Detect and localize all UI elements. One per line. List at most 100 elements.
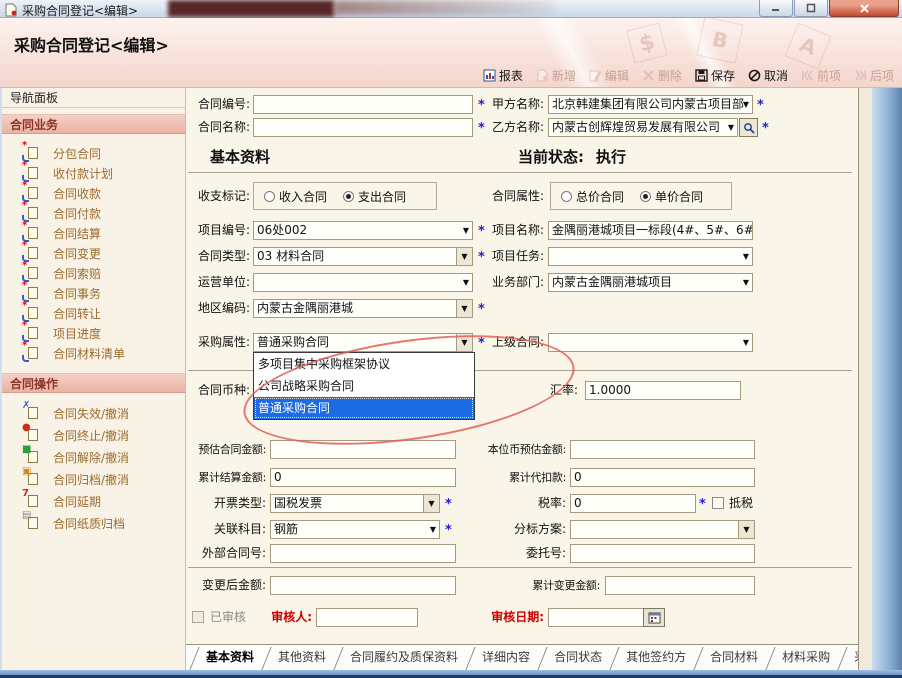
chevron-down-icon[interactable]: ▼ (743, 252, 749, 261)
sidebar-item[interactable]: ✗ 合同失效/撤消 (2, 402, 185, 424)
external-no-input[interactable] (270, 544, 456, 563)
tax-rate-input[interactable]: 0 (570, 494, 696, 513)
report-button[interactable]: 报表 (483, 67, 523, 84)
chevron-down-icon[interactable]: ▼ (743, 278, 749, 287)
bid-plan-select[interactable]: ▼ (570, 520, 755, 539)
chevron-down-icon[interactable]: ▼ (738, 521, 754, 538)
radio-expense-contract[interactable]: 支出合同 (343, 188, 406, 205)
business-dept-select[interactable]: 内蒙古金隅丽港城项目▼ (548, 273, 753, 292)
chevron-down-icon[interactable]: ▼ (423, 495, 439, 512)
region-code-select[interactable]: 内蒙古金隅丽港城▼ (253, 299, 473, 318)
sidebar-item[interactable]: * 项目进度 (2, 323, 185, 343)
sidebar-section-contract-operations[interactable]: 合同操作 (2, 373, 185, 393)
edit-button[interactable]: 编辑 (589, 67, 629, 84)
sidebar-item[interactable]: ■ 合同解除/撤消 (2, 446, 185, 468)
tax-deduct-checkbox[interactable] (712, 497, 724, 509)
sidebar-item[interactable]: * 收付款计划 (2, 163, 185, 183)
chevron-down-icon[interactable]: ▼ (456, 248, 472, 265)
invoice-type-select[interactable]: 国税发票▼ (270, 494, 440, 513)
tab[interactable]: 详细内容 (470, 644, 542, 670)
radio-dot[interactable] (640, 191, 651, 202)
sidebar-section-contract-business[interactable]: 合同业务 (2, 114, 185, 134)
auditor-input[interactable] (316, 608, 418, 627)
tab[interactable]: 合同履约及质保资料 (338, 644, 470, 670)
party-a-select[interactable]: 北京韩建集团有限公司内蒙古项目部▼ (548, 95, 753, 114)
tab[interactable]: 合同状态 (542, 644, 614, 670)
search-party-button[interactable] (739, 118, 758, 137)
cancel-button[interactable]: 取消 (748, 67, 788, 84)
dropdown-option[interactable]: 多项目集中采购框架协议 (254, 353, 474, 375)
sidebar-item[interactable]: ▤ 合同纸质归档 (2, 512, 185, 534)
chevron-down-icon[interactable]: ▼ (463, 226, 469, 235)
party-b-select[interactable]: 内蒙古创辉煌贸易发展有限公司▼ (548, 118, 738, 137)
total-change-input[interactable] (605, 576, 755, 595)
sidebar-item[interactable]: * 合同结算 (2, 223, 185, 243)
previous-button[interactable]: 前项 (801, 67, 841, 84)
chevron-down-icon[interactable]: ▼ (456, 334, 472, 351)
est-amount-base-input[interactable] (570, 440, 755, 459)
sidebar-item[interactable]: * 合同付款 (2, 203, 185, 223)
dropdown-option[interactable]: 普通采购合同 (254, 397, 474, 419)
radio-lump-sum-contract[interactable]: 总价合同 (561, 188, 624, 205)
contract-no-input[interactable] (253, 95, 473, 114)
tab[interactable]: 其他资料 (266, 644, 338, 670)
contract-name-input[interactable] (253, 118, 473, 137)
changed-amount-input[interactable] (270, 576, 456, 595)
sidebar-item[interactable]: * 合同材料清单 (2, 343, 185, 363)
document-new-icon: * (26, 266, 39, 280)
project-task-select[interactable]: ▼ (548, 247, 753, 266)
chevron-down-icon[interactable]: ▼ (743, 338, 749, 347)
sidebar-item[interactable]: * 分包合同 (2, 143, 185, 163)
sidebar-item[interactable]: ▣ 合同归档/撤消 (2, 468, 185, 490)
tab[interactable]: 基本资料 (194, 644, 266, 670)
sidebar-item[interactable]: * 合同转让 (2, 303, 185, 323)
settled-amount-input[interactable]: 0 (270, 468, 456, 487)
close-button[interactable] (829, 0, 899, 17)
sidebar-item[interactable]: * 合同收款 (2, 183, 185, 203)
chevron-down-icon[interactable]: ▼ (728, 123, 734, 132)
radio-dot[interactable] (264, 191, 275, 202)
operating-unit-select[interactable]: ▼ (253, 273, 473, 292)
contract-type-select[interactable]: 03 材料合同▼ (253, 247, 473, 266)
audit-date-input[interactable] (548, 608, 644, 627)
radio-dot[interactable] (561, 191, 572, 202)
radio-income-contract[interactable]: 收入合同 (264, 188, 327, 205)
next-button[interactable]: 后项 (854, 67, 894, 84)
audited-checkbox[interactable] (192, 611, 204, 623)
withhold-amount-input[interactable]: 0 (570, 468, 755, 487)
chevron-down-icon[interactable]: ▼ (456, 300, 472, 317)
project-name-input[interactable]: 金隅丽港城项目一标段(4#、5#、6#、 (548, 221, 753, 240)
related-subject-select[interactable]: 钢筋▼ (270, 520, 440, 539)
entrust-no-input[interactable] (570, 544, 755, 563)
exchange-rate-input[interactable]: 1.0000 (585, 381, 741, 400)
tab[interactable]: 材料采购 (770, 644, 842, 670)
calendar-button[interactable] (643, 608, 665, 627)
parent-contract-select[interactable]: ▼ (548, 333, 753, 352)
radio-dot[interactable] (343, 191, 354, 202)
sidebar-item[interactable]: * 合同索赔 (2, 263, 185, 283)
dropdown-option[interactable]: 公司战略采购合同 (254, 375, 474, 397)
page-header: $ B A 采购合同登记<编辑> 报表 新增 编辑 删除 保存 (0, 18, 902, 88)
purchase-attr-select[interactable]: 普通采购合同▼ (253, 333, 473, 352)
save-button[interactable]: 保存 (695, 67, 735, 84)
sidebar-item[interactable]: * 合同事务 (2, 283, 185, 303)
add-button[interactable]: 新增 (536, 67, 576, 84)
tab[interactable]: 采购合同清单 (842, 644, 858, 670)
maximize-button[interactable] (794, 0, 828, 17)
minimize-button[interactable] (759, 0, 793, 17)
tab[interactable]: 合同材料 (698, 644, 770, 670)
sidebar-item[interactable]: * 合同变更 (2, 243, 185, 263)
est-amount-input[interactable] (270, 440, 456, 459)
document-new-icon: * (26, 166, 39, 180)
party-b-label: 乙方名称: (484, 118, 544, 137)
radio-unit-price-contract[interactable]: 单价合同 (640, 188, 703, 205)
sidebar-item[interactable]: 7 合同延期 (2, 490, 185, 512)
sidebar-item[interactable]: ● 合同终止/撤消 (2, 424, 185, 446)
chevron-down-icon[interactable]: ▼ (743, 100, 749, 109)
exchange-rate-label: 汇率: (516, 381, 578, 400)
project-no-select[interactable]: 06处002▼ (253, 221, 473, 240)
chevron-down-icon[interactable]: ▼ (430, 525, 436, 534)
chevron-down-icon[interactable]: ▼ (463, 278, 469, 287)
tab[interactable]: 其他签约方 (614, 644, 698, 670)
delete-button[interactable]: 删除 (642, 67, 682, 84)
